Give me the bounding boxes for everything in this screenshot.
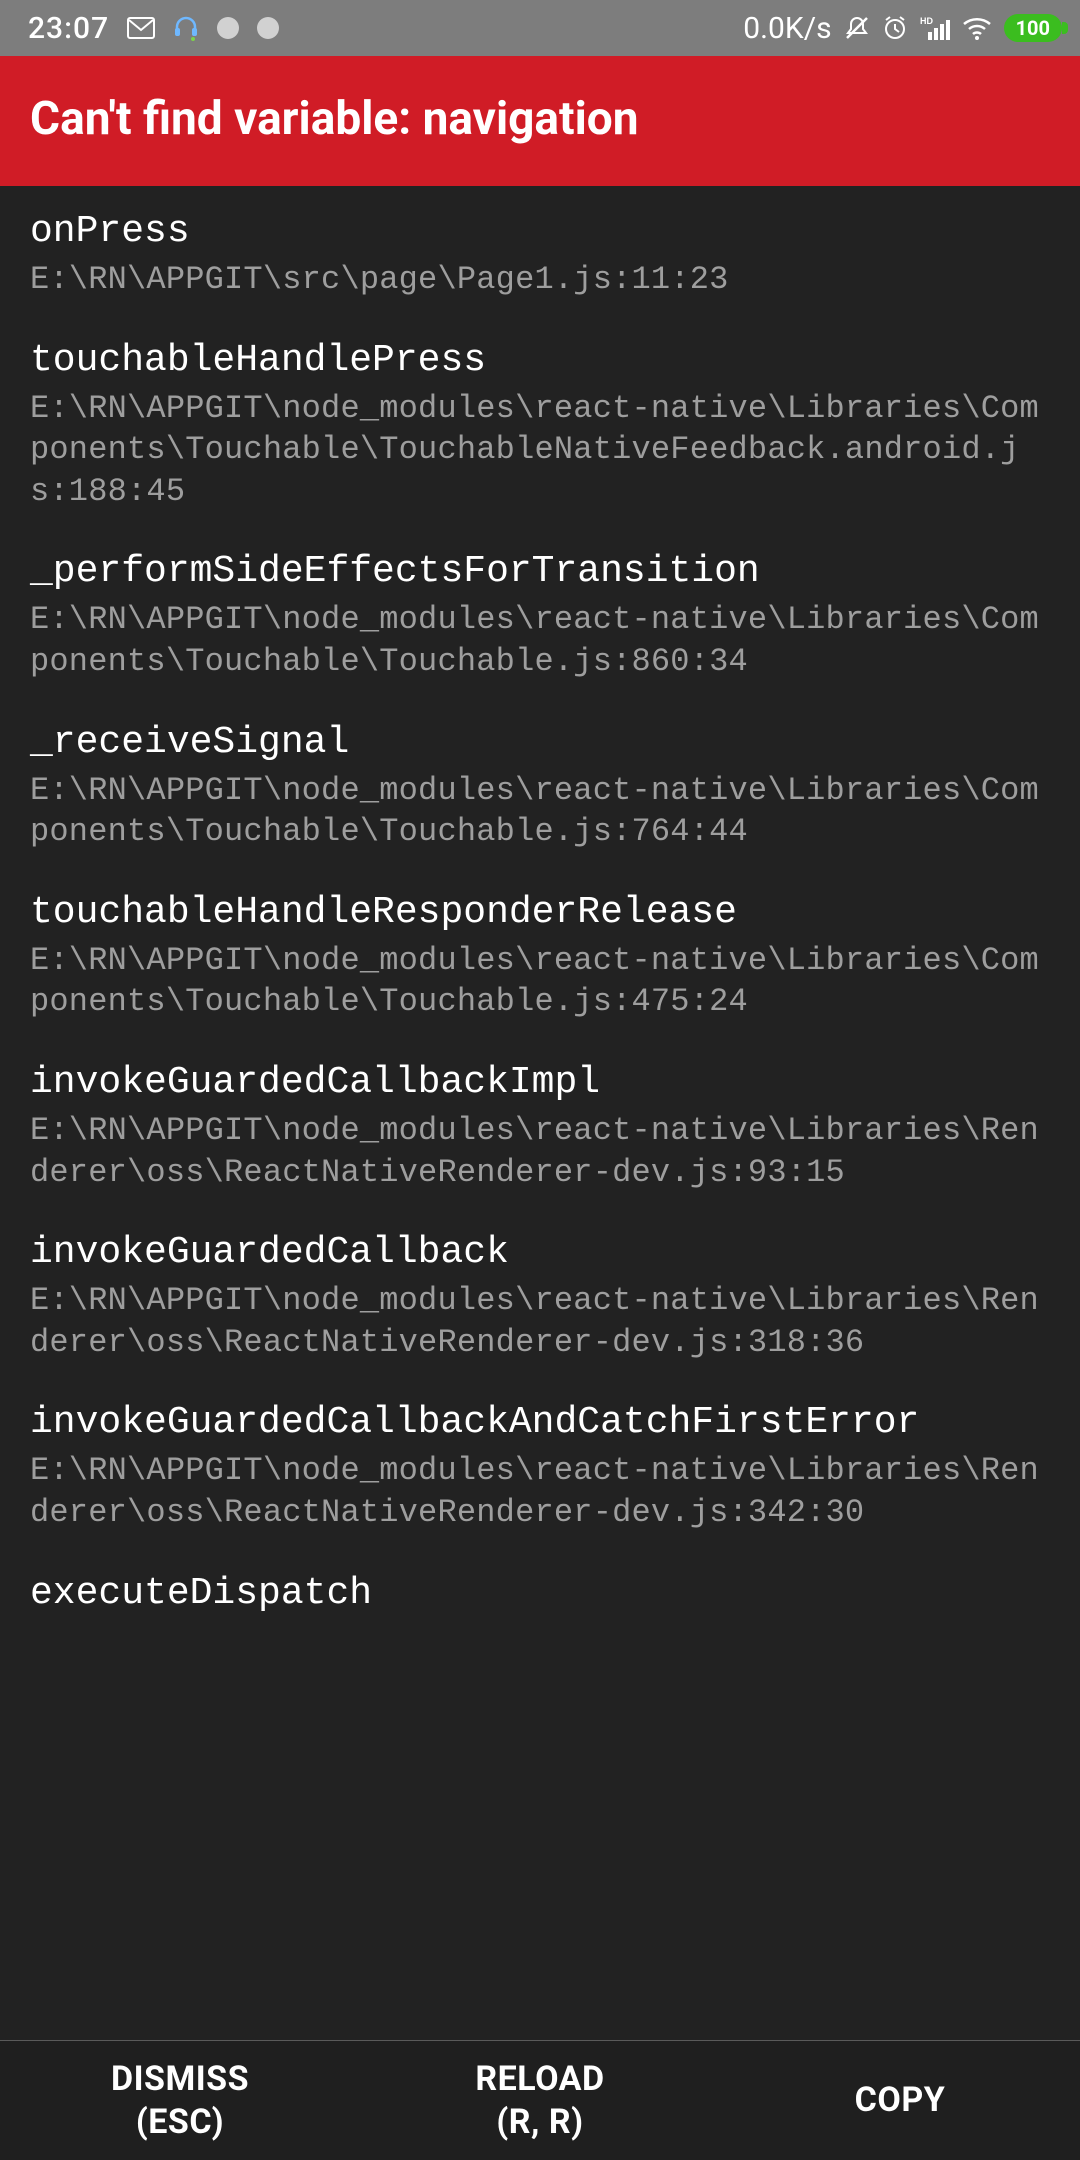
notification-dot-icon bbox=[257, 17, 279, 39]
stack-trace[interactable]: onPress E:\RN\APPGIT\src\page\Page1.js:1… bbox=[0, 186, 1080, 2040]
stack-frame-function: _receiveSignal bbox=[30, 721, 1050, 764]
stack-frame-path: E:\RN\APPGIT\node_modules\react-native\L… bbox=[30, 1110, 1050, 1193]
stack-frame-function: invokeGuardedCallbackImpl bbox=[30, 1061, 1050, 1104]
status-bar: 23:07 0.0K/s HD 100 bbox=[0, 0, 1080, 56]
headset-icon bbox=[173, 15, 199, 41]
stack-frame[interactable]: _performSideEffectsForTransition E:\RN\A… bbox=[0, 526, 1080, 696]
stack-frame[interactable]: invokeGuardedCallback E:\RN\APPGIT\node_… bbox=[0, 1207, 1080, 1377]
stack-frame-path: E:\RN\APPGIT\node_modules\react-native\L… bbox=[30, 388, 1050, 513]
stack-frame-function: touchableHandlePress bbox=[30, 339, 1050, 382]
stack-frame-function: _performSideEffectsForTransition bbox=[30, 550, 1050, 593]
stack-frame-path: E:\RN\APPGIT\node_modules\react-native\L… bbox=[30, 770, 1050, 853]
notification-dot-icon bbox=[217, 17, 239, 39]
reload-button[interactable]: RELOAD (R, R) bbox=[360, 2041, 720, 2160]
copy-label: COPY bbox=[855, 2079, 946, 2122]
stack-frame[interactable]: _receiveSignal E:\RN\APPGIT\node_modules… bbox=[0, 697, 1080, 867]
stack-frame[interactable]: onPress E:\RN\APPGIT\src\page\Page1.js:1… bbox=[0, 186, 1080, 315]
error-title: Can't find variable: navigation bbox=[30, 92, 1050, 146]
copy-button[interactable]: COPY bbox=[720, 2041, 1080, 2160]
mail-icon bbox=[127, 17, 155, 39]
stack-frame-path: E:\RN\APPGIT\node_modules\react-native\L… bbox=[30, 1450, 1050, 1533]
stack-frame[interactable]: executeDispatch bbox=[0, 1548, 1080, 1635]
stack-frame[interactable]: touchableHandleResponderRelease E:\RN\AP… bbox=[0, 867, 1080, 1037]
alarm-icon bbox=[882, 15, 908, 41]
status-bar-left: 23:07 bbox=[28, 11, 279, 46]
status-bar-right: 0.0K/s HD 100 bbox=[743, 11, 1062, 46]
stack-frame-function: executeDispatch bbox=[30, 1572, 1050, 1615]
stack-frame-path: E:\RN\APPGIT\node_modules\react-native\L… bbox=[30, 940, 1050, 1023]
battery-icon: 100 bbox=[1004, 14, 1062, 42]
stack-frame[interactable]: invokeGuardedCallbackImpl E:\RN\APPGIT\n… bbox=[0, 1037, 1080, 1207]
stack-frame-path: E:\RN\APPGIT\node_modules\react-native\L… bbox=[30, 1280, 1050, 1363]
stack-frame-path: E:\RN\APPGIT\src\page\Page1.js:11:23 bbox=[30, 259, 1050, 301]
stack-frame-function: touchableHandleResponderRelease bbox=[30, 891, 1050, 934]
reload-label: RELOAD bbox=[475, 2058, 604, 2101]
error-footer: DISMISS (ESC) RELOAD (R, R) COPY bbox=[0, 2040, 1080, 2160]
wifi-icon bbox=[962, 16, 992, 40]
battery-level: 100 bbox=[1016, 16, 1050, 40]
stack-frame[interactable]: invokeGuardedCallbackAndCatchFirstError … bbox=[0, 1377, 1080, 1547]
stack-frame-function: invokeGuardedCallback bbox=[30, 1231, 1050, 1274]
stack-frame-path: E:\RN\APPGIT\node_modules\react-native\L… bbox=[30, 599, 1050, 682]
svg-text:HD: HD bbox=[920, 16, 933, 26]
reload-shortcut: (R, R) bbox=[496, 2101, 583, 2144]
dismiss-button[interactable]: DISMISS (ESC) bbox=[0, 2041, 360, 2160]
signal-icon: HD bbox=[920, 16, 950, 40]
dismiss-shortcut: (ESC) bbox=[136, 2101, 224, 2144]
stack-frame[interactable]: touchableHandlePress E:\RN\APPGIT\node_m… bbox=[0, 315, 1080, 527]
stack-frame-function: onPress bbox=[30, 210, 1050, 253]
mute-icon bbox=[844, 15, 870, 41]
status-time: 23:07 bbox=[28, 11, 109, 46]
dismiss-label: DISMISS bbox=[111, 2058, 249, 2101]
stack-frame-function: invokeGuardedCallbackAndCatchFirstError bbox=[30, 1401, 1050, 1444]
error-header: Can't find variable: navigation bbox=[0, 56, 1080, 186]
net-speed: 0.0K/s bbox=[743, 11, 831, 46]
